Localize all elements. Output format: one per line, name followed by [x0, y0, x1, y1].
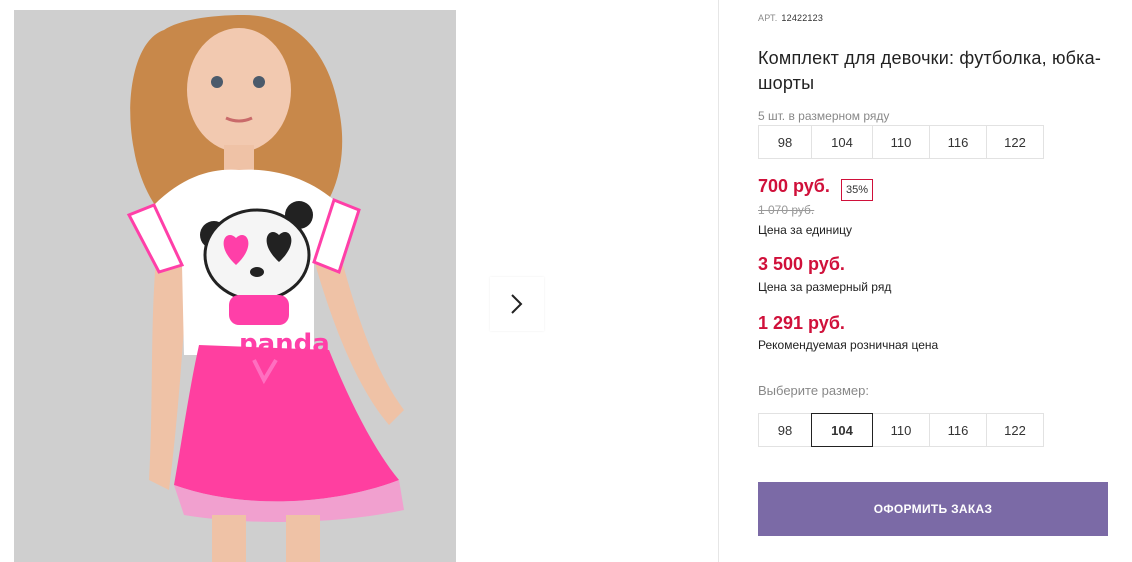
sku: АРТ. 12422123	[758, 13, 823, 23]
size-option-104[interactable]: 104	[811, 413, 873, 447]
sku-label: АРТ.	[758, 13, 778, 23]
size-selector: 98 104 110 116 122	[758, 413, 1044, 447]
retail-price-label: Рекомендуемая розничная цена	[758, 338, 939, 352]
discount-badge: 35%	[841, 179, 874, 201]
sku-value: 12422123	[781, 13, 824, 23]
row-price: 3 500 руб.	[758, 254, 845, 274]
row-size-cell: 122	[986, 125, 1044, 159]
unit-price-label: Цена за единицу	[758, 223, 853, 237]
product-info: АРТ. 12422123 Комплект для девочки: футбо…	[758, 0, 1118, 562]
row-price-label: Цена за размерный ряд	[758, 280, 892, 294]
row-size-cell: 98	[758, 125, 812, 159]
girl-in-panda-outfit-image: panda	[14, 10, 456, 562]
choose-size-label: Выберите размер:	[758, 383, 869, 398]
row-size-cell: 110	[872, 125, 930, 159]
product-title: Комплект для девочки: футболка, юбка-шор…	[758, 48, 1102, 93]
retail-price: 1 291 руб.	[758, 313, 845, 333]
next-image-button[interactable]	[490, 277, 544, 331]
size-option-98[interactable]: 98	[758, 413, 812, 447]
size-option-110[interactable]: 110	[872, 413, 930, 447]
row-size-cell: 116	[929, 125, 987, 159]
unit-price: 700 руб.	[758, 176, 830, 196]
place-order-button[interactable]: ОФОРМИТЬ ЗАКАЗ	[758, 482, 1108, 536]
size-option-122[interactable]: 122	[986, 413, 1044, 447]
product-gallery: panda	[0, 0, 718, 562]
product-photo[interactable]: panda	[14, 10, 456, 562]
divider	[718, 0, 719, 562]
old-price: 1 070 руб.	[758, 203, 815, 217]
size-row-list: 98 104 110 116 122	[758, 125, 1044, 159]
size-option-116[interactable]: 116	[929, 413, 987, 447]
row-size-cell: 104	[811, 125, 873, 159]
chevron-right-icon	[511, 294, 523, 314]
size-row-hint: 5 шт. в размерном ряду	[758, 109, 890, 123]
